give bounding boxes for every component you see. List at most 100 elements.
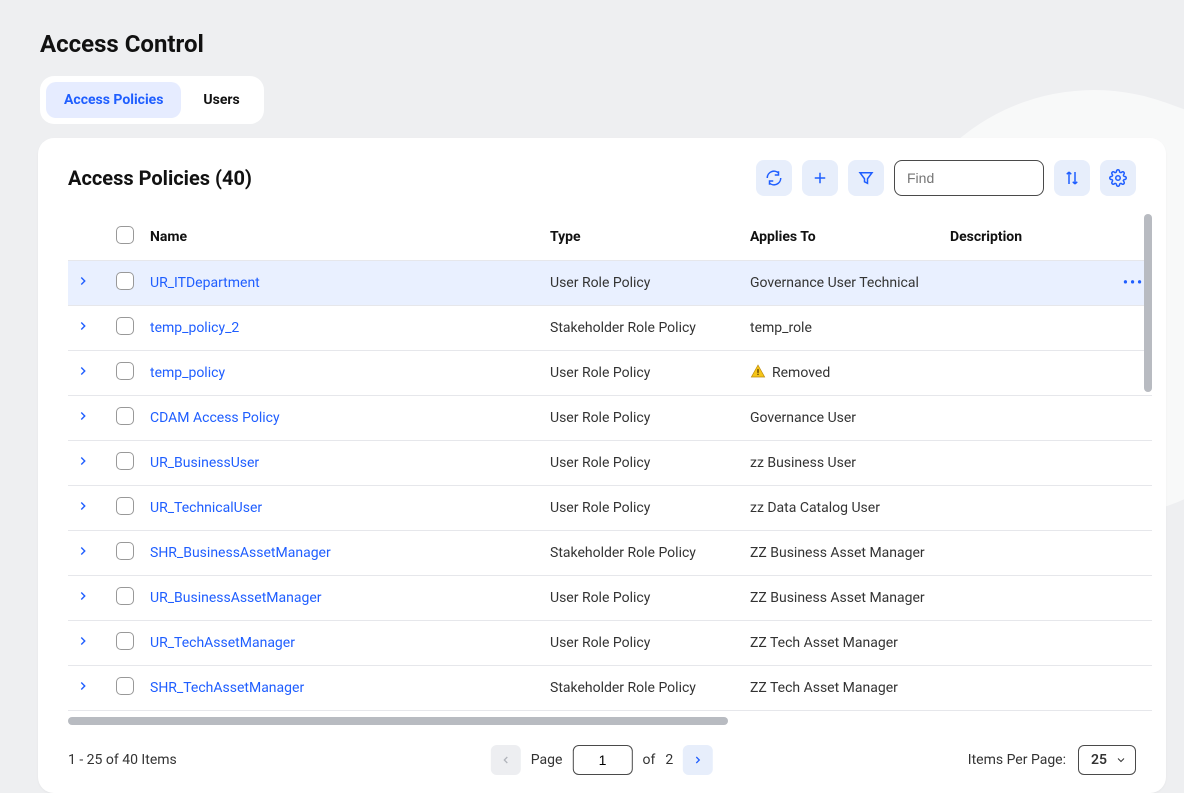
table-row[interactable]: temp_policy User Role PolicyRemoved xyxy=(68,351,1152,396)
expand-row-button[interactable] xyxy=(76,499,90,513)
tab-bar: Access PoliciesUsers xyxy=(40,76,264,124)
tab-access-policies[interactable]: Access Policies xyxy=(46,82,181,118)
policy-name-link[interactable]: SHR_BusinessAssetManager xyxy=(150,545,331,561)
page-label: Page xyxy=(531,752,563,768)
plus-icon xyxy=(811,169,829,187)
row-actions-button[interactable]: ••• xyxy=(1123,275,1144,291)
page-input[interactable] xyxy=(572,745,632,775)
expand-row-button[interactable] xyxy=(76,454,90,468)
select-all-checkbox[interactable] xyxy=(116,226,134,244)
row-checkbox[interactable] xyxy=(116,272,134,290)
policy-description xyxy=(942,531,1112,576)
gear-icon xyxy=(1109,169,1127,187)
pagination-range: 1 - 25 of 40 Items xyxy=(68,752,177,768)
column-header-name[interactable]: Name xyxy=(142,214,542,261)
table-row[interactable]: UR_TechAssetManager User Role PolicyZZ Te… xyxy=(68,621,1152,666)
total-pages: 2 xyxy=(665,752,673,768)
row-checkbox[interactable] xyxy=(116,677,134,695)
filter-icon xyxy=(857,169,875,187)
warning-icon xyxy=(750,363,766,383)
items-per-page-select[interactable]: 25 xyxy=(1078,745,1136,775)
policy-name-link[interactable]: UR_TechnicalUser xyxy=(150,500,262,516)
policy-description xyxy=(942,666,1112,711)
row-checkbox[interactable] xyxy=(116,407,134,425)
column-header-type[interactable]: Type xyxy=(542,214,742,261)
policy-applies-to: zz Data Catalog User xyxy=(742,486,942,531)
horizontal-scrollbar[interactable] xyxy=(68,717,728,725)
next-page-button[interactable] xyxy=(683,745,713,775)
policy-type: User Role Policy xyxy=(542,351,742,396)
table-row[interactable]: temp_policy_2Stakeholder Role Policytemp… xyxy=(68,306,1152,351)
row-checkbox[interactable] xyxy=(116,362,134,380)
expand-row-button[interactable] xyxy=(76,679,90,693)
row-checkbox[interactable] xyxy=(116,452,134,470)
vertical-scrollbar[interactable] xyxy=(1144,214,1152,392)
policy-applies-to: zz Business User xyxy=(742,441,942,486)
row-checkbox[interactable] xyxy=(116,542,134,560)
items-per-page-label: Items Per Page: xyxy=(968,752,1066,768)
expand-row-button[interactable] xyxy=(76,409,90,423)
row-checkbox[interactable] xyxy=(116,497,134,515)
chevron-right-icon xyxy=(692,754,704,766)
table-row[interactable]: SHR_BusinessAssetManager Stakeholder Role… xyxy=(68,531,1152,576)
policy-description xyxy=(942,486,1112,531)
policy-applies-to: temp_role xyxy=(742,306,942,351)
row-checkbox[interactable] xyxy=(116,317,134,335)
sort-button[interactable] xyxy=(1054,160,1090,196)
policies-panel: Access Policies (40) xyxy=(38,138,1166,793)
policy-name-link[interactable]: CDAM Access Policy xyxy=(150,410,280,426)
policy-type: User Role Policy xyxy=(542,621,742,666)
policy-name-link[interactable]: temp_policy_2 xyxy=(150,320,239,336)
of-label: of xyxy=(642,752,655,768)
page-title: Access Control xyxy=(40,30,1184,58)
policy-applies-to: Removed xyxy=(742,351,942,396)
policy-description xyxy=(942,306,1112,351)
pagination-bar: 1 - 25 of 40 Items Page of 2 Items Per P… xyxy=(38,725,1166,775)
expand-row-button[interactable] xyxy=(76,634,90,648)
policy-type: User Role Policy xyxy=(542,261,742,306)
table-row[interactable]: UR_BusinessUser User Role Policyzz Busine… xyxy=(68,441,1152,486)
prev-page-button[interactable] xyxy=(491,745,521,775)
policy-applies-to: ZZ Tech Asset Manager xyxy=(742,666,942,711)
refresh-button[interactable] xyxy=(756,160,792,196)
policy-name-link[interactable]: UR_ITDepartment xyxy=(150,275,260,291)
policy-type: User Role Policy xyxy=(542,441,742,486)
add-button[interactable] xyxy=(802,160,838,196)
policy-applies-to: ZZ Tech Asset Manager xyxy=(742,621,942,666)
table-row[interactable]: SHR_TechAssetManagerStakeholder Role Pol… xyxy=(68,666,1152,711)
expand-row-button[interactable] xyxy=(76,319,90,333)
tab-users[interactable]: Users xyxy=(185,82,257,118)
expand-row-button[interactable] xyxy=(76,589,90,603)
policy-description xyxy=(942,261,1112,306)
row-checkbox[interactable] xyxy=(116,587,134,605)
policy-name-link[interactable]: SHR_TechAssetManager xyxy=(150,680,304,696)
find-input-wrapper[interactable] xyxy=(894,160,1044,196)
panel-title: Access Policies (40) xyxy=(68,166,252,190)
policy-name-link[interactable]: UR_BusinessAssetManager xyxy=(150,590,322,606)
toolbar xyxy=(756,160,1136,196)
table-row[interactable]: UR_ITDepartment User Role PolicyGovernanc… xyxy=(68,261,1152,306)
policy-name-link[interactable]: UR_TechAssetManager xyxy=(150,635,295,651)
column-header-description[interactable]: Description xyxy=(942,214,1112,261)
policy-name-link[interactable]: temp_policy xyxy=(150,365,225,381)
policy-type: Stakeholder Role Policy xyxy=(542,531,742,576)
column-header-applies-to[interactable]: Applies To xyxy=(742,214,942,261)
items-per-page-value: 25 xyxy=(1091,752,1107,768)
policy-applies-to: Governance User Technical xyxy=(742,261,942,306)
policy-description xyxy=(942,396,1112,441)
policy-type: User Role Policy xyxy=(542,486,742,531)
expand-row-button[interactable] xyxy=(76,544,90,558)
expand-row-button[interactable] xyxy=(76,274,90,288)
policy-description xyxy=(942,441,1112,486)
expand-row-button[interactable] xyxy=(76,364,90,378)
filter-button[interactable] xyxy=(848,160,884,196)
table-row[interactable]: UR_BusinessAssetManagerUser Role PolicyZ… xyxy=(68,576,1152,621)
chevron-down-icon xyxy=(1115,754,1127,766)
row-checkbox[interactable] xyxy=(116,632,134,650)
table-row[interactable]: UR_TechnicalUser User Role Policyzz Data … xyxy=(68,486,1152,531)
policy-name-link[interactable]: UR_BusinessUser xyxy=(150,455,259,471)
refresh-icon xyxy=(765,169,783,187)
settings-button[interactable] xyxy=(1100,160,1136,196)
policy-applies-to: Governance User xyxy=(742,396,942,441)
table-row[interactable]: CDAM Access PolicyUser Role PolicyGovern… xyxy=(68,396,1152,441)
